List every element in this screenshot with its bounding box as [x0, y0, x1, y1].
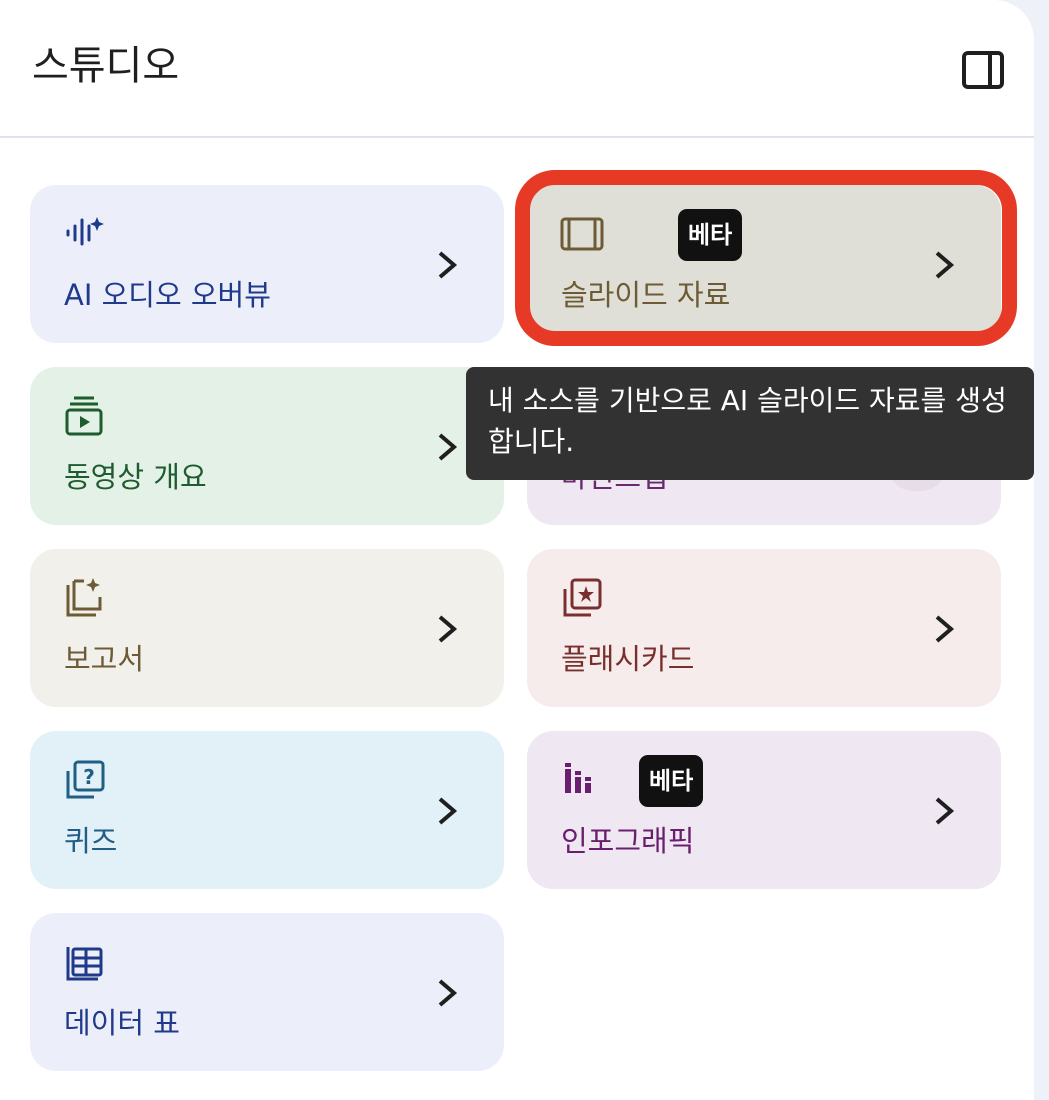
svg-text:?: ? [83, 765, 95, 789]
chevron-right-icon [935, 797, 955, 825]
quiz-icon: ? [62, 757, 108, 803]
card-label: 데이터 표 [64, 1006, 180, 1040]
studio-card-infographic[interactable]: 베타 인포그래픽 [527, 731, 1001, 889]
video-overview-icon [62, 393, 108, 439]
card-label: 퀴즈 [64, 824, 118, 858]
audio-waveform-sparkle-icon [62, 211, 108, 257]
studio-card-audio-overview[interactable]: AI 오디오 오버뷰 [30, 185, 504, 343]
chevron-right-icon [438, 797, 458, 825]
chevron-right-icon [438, 979, 458, 1007]
beta-badge: 베타 [639, 755, 704, 807]
chevron-right-icon [935, 251, 955, 279]
card-label: 보고서 [64, 642, 145, 676]
slides-icon [559, 211, 605, 257]
beta-badge: 베타 [678, 209, 743, 261]
chevron-right-icon [438, 615, 458, 643]
studio-card-flashcards[interactable]: 플래시카드 [527, 549, 1001, 707]
studio-card-quiz[interactable]: ? 퀴즈 [30, 731, 504, 889]
studio-header: 스튜디오 [0, 0, 1034, 138]
page-title: 스튜디오 [32, 43, 180, 89]
card-label: 슬라이드 자료 [561, 278, 731, 312]
flashcard-icon [559, 575, 605, 621]
chevron-right-icon [935, 615, 955, 643]
card-label: 인포그래픽 [561, 824, 695, 858]
collapse-panel-button[interactable] [958, 45, 1008, 95]
side-panel-icon [962, 51, 1004, 89]
studio-panel: 스튜디오 AI 오디오 오버뷰 베타 슬라이드 자료 동영상 개요 보고서 플래… [0, 0, 1034, 1100]
data-table-icon [62, 939, 108, 985]
scrollbar-track[interactable] [1034, 0, 1049, 1100]
studio-card-data-table[interactable]: 데이터 표 [30, 913, 504, 1071]
studio-card-slides[interactable]: 베타 슬라이드 자료 [527, 185, 1001, 343]
report-sparkle-icon [62, 575, 108, 621]
tooltip: 내 소스를 기반으로 AI 슬라이드 자료를 생성합니다. [466, 367, 1034, 480]
infographic-icon [559, 757, 605, 803]
studio-card-video-overview[interactable]: 동영상 개요 [30, 367, 504, 525]
chevron-right-icon [438, 433, 458, 461]
studio-card-report[interactable]: 보고서 [30, 549, 504, 707]
card-label: 동영상 개요 [64, 460, 207, 494]
card-label: AI 오디오 오버뷰 [64, 278, 271, 312]
card-label: 플래시카드 [561, 642, 695, 676]
chevron-right-icon [438, 251, 458, 279]
